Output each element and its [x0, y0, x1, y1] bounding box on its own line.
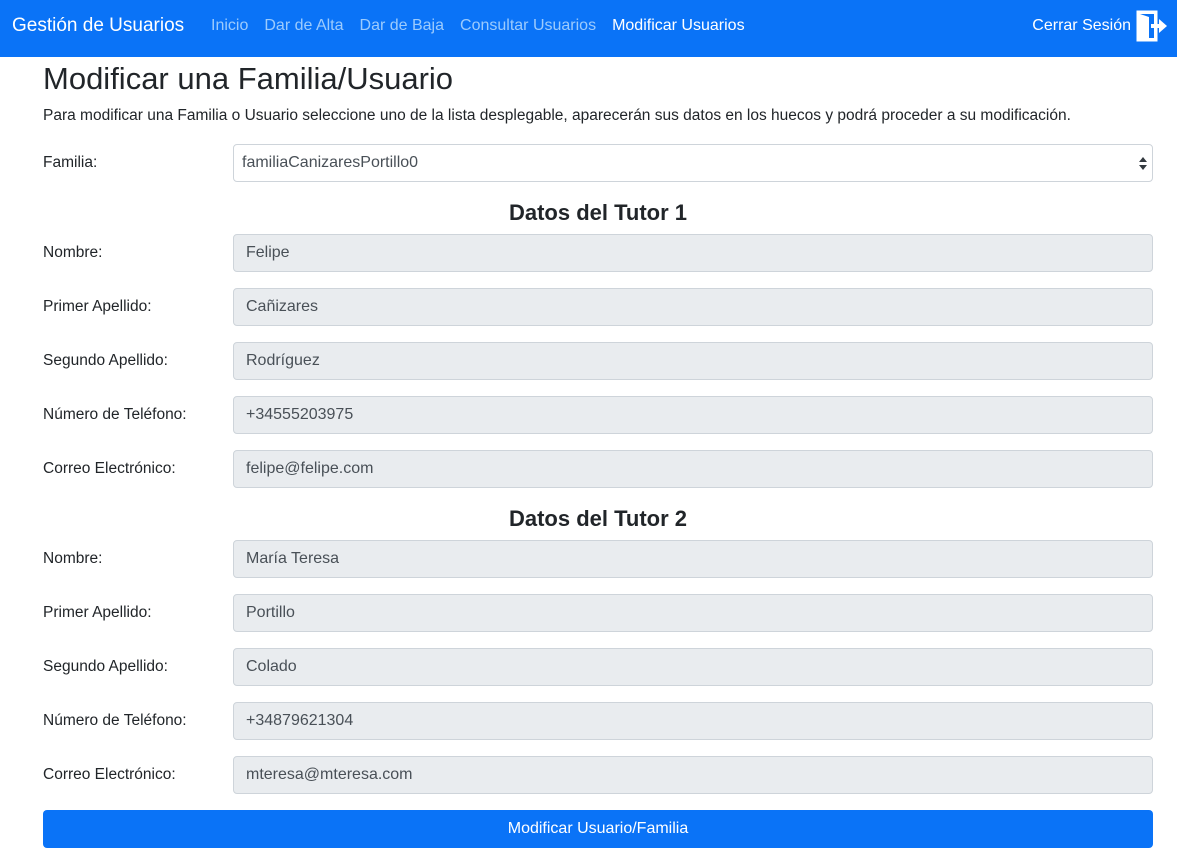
tutor1-label-correo: Correo Electrónico: — [43, 460, 176, 477]
page-title: Modificar una Familia/Usuario — [43, 61, 454, 96]
logout-label: Cerrar Sesión — [1032, 17, 1131, 34]
tutor1-row-correo: Correo Electrónico: felipe@felipe.com — [43, 450, 1153, 488]
tutor2-row-correo: Correo Electrónico: mteresa@mteresa.com — [43, 756, 1153, 794]
tutor2-label-telefono: Número de Teléfono: — [43, 712, 187, 729]
tutor2-label-nombre: Nombre: — [43, 550, 103, 567]
family-select-row: Familia: familiaCanizaresPortillo0 — [43, 144, 1153, 182]
tutor1-correo-input[interactable]: felipe@felipe.com — [233, 450, 1153, 488]
tutor1-nombre-input[interactable]: Felipe — [233, 234, 1153, 272]
tutor2-segundo-apellido-input[interactable]: Colado — [233, 648, 1153, 686]
tutor1-row-telefono: Número de Teléfono: +34555203975 — [43, 396, 1153, 434]
family-select-value: familiaCanizaresPortillo0 — [242, 154, 419, 171]
tutor1-telefono-input[interactable]: +34555203975 — [233, 396, 1153, 434]
tutor1-label-nombre: Nombre: — [43, 244, 103, 261]
tutor2-row-telefono: Número de Teléfono: +34879621304 — [43, 702, 1153, 740]
logout-button[interactable]: Cerrar Sesión — [1032, 9, 1169, 43]
nav-link-consultar-usuarios[interactable]: Consultar Usuarios — [460, 17, 596, 35]
tutor1-primer-apellido-input[interactable]: Cañizares — [233, 288, 1153, 326]
tutor1-label-primer-apellido: Primer Apellido: — [43, 298, 152, 315]
select-arrows-icon — [1139, 157, 1147, 170]
tutor2-label-primer-apellido: Primer Apellido: — [43, 604, 152, 621]
tutor2-primer-apellido-input[interactable]: Portillo — [233, 594, 1153, 632]
tutor2-correo-input[interactable]: mteresa@mteresa.com — [233, 756, 1153, 794]
tutor1-row-segundo-apellido: Segundo Apellido: Rodríguez — [43, 342, 1153, 380]
tutor2-nombre-input[interactable]: María Teresa — [233, 540, 1153, 578]
tutor1-label-telefono: Número de Teléfono: — [43, 406, 187, 423]
tutor1-row-nombre: Nombre: Felipe — [43, 234, 1153, 272]
family-select[interactable]: familiaCanizaresPortillo0 — [233, 144, 1153, 182]
tutor2-row-primer-apellido: Primer Apellido: Portillo — [43, 594, 1153, 632]
nav-link-modificar-usuarios[interactable]: Modificar Usuarios — [612, 17, 744, 35]
nav-link-dar-de-baja[interactable]: Dar de Baja — [360, 17, 445, 35]
tutor2-row-segundo-apellido: Segundo Apellido: Colado — [43, 648, 1153, 686]
logout-door-icon — [1136, 10, 1167, 42]
nav-links: Inicio Dar de Alta Dar de Baja Consultar… — [211, 17, 761, 35]
nav-link-inicio[interactable]: Inicio — [211, 17, 248, 35]
tutor2-section-title: Datos del Tutor 2 — [508, 506, 688, 531]
tutor1-row-primer-apellido: Primer Apellido: Cañizares — [43, 288, 1153, 326]
main-content: Modificar una Familia/Usuario Para modif… — [43, 60, 1153, 848]
page-description: Para modificar una Familia o Usuario sel… — [43, 107, 1071, 124]
tutor2-row-nombre: Nombre: María Teresa — [43, 540, 1153, 578]
tutor1-label-segundo-apellido: Segundo Apellido: — [43, 352, 168, 369]
family-select-label: Familia: — [43, 154, 98, 171]
tutor2-telefono-input[interactable]: +34879621304 — [233, 702, 1153, 740]
nav-link-dar-de-alta[interactable]: Dar de Alta — [264, 17, 343, 35]
top-navbar: Gestión de Usuarios Inicio Dar de Alta D… — [0, 0, 1177, 57]
modify-submit-button[interactable]: Modificar Usuario/Familia — [43, 810, 1153, 848]
tutor1-section-title: Datos del Tutor 1 — [508, 200, 688, 225]
tutor2-label-segundo-apellido: Segundo Apellido: — [43, 658, 168, 675]
tutor1-segundo-apellido-input[interactable]: Rodríguez — [233, 342, 1153, 380]
tutor2-label-correo: Correo Electrónico: — [43, 766, 176, 783]
navbar-brand[interactable]: Gestión de Usuarios — [12, 15, 184, 37]
